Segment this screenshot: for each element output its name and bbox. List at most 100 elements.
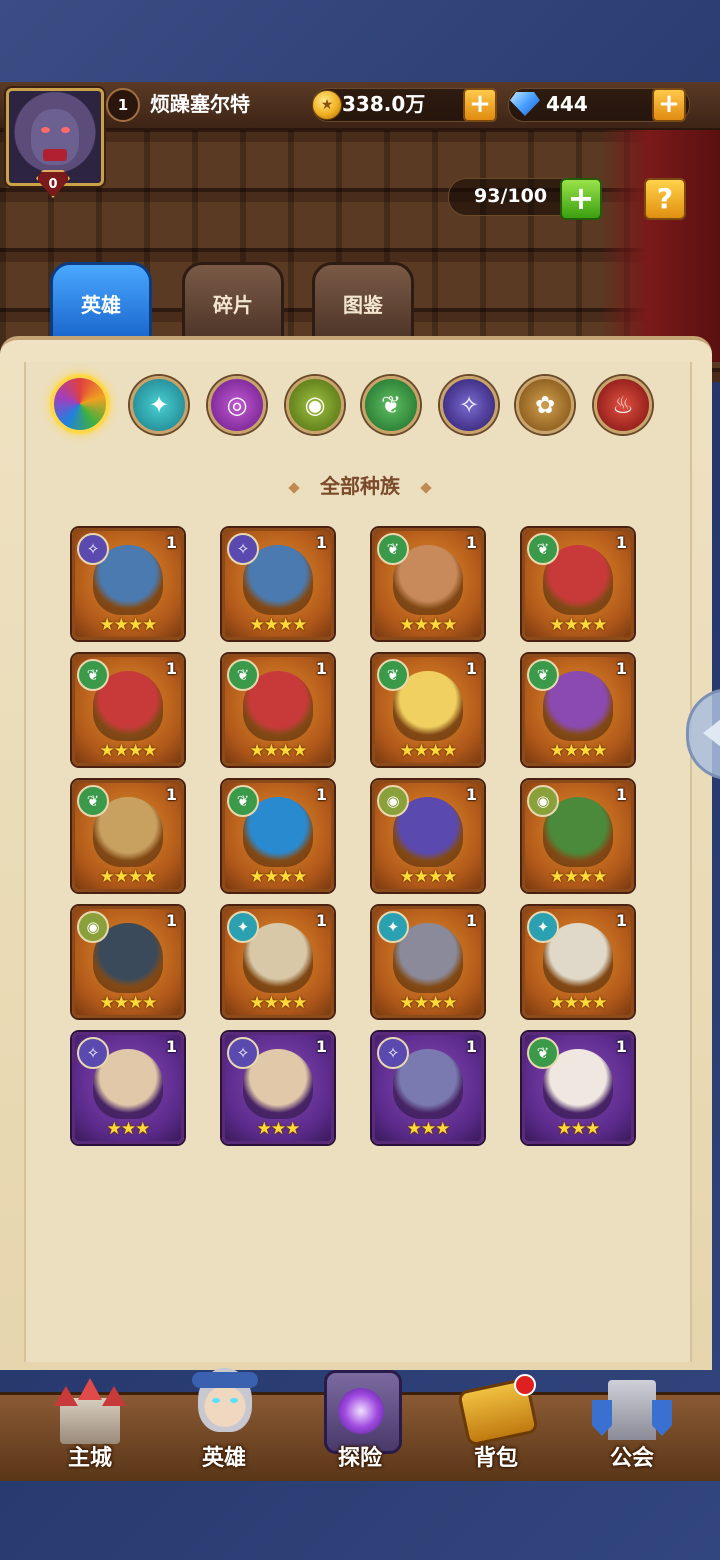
hero-level: 1 <box>465 1037 477 1056</box>
nav-label: 公会 <box>609 1446 654 1471</box>
nav-label: 主城 <box>67 1446 112 1471</box>
gold-amount: 338.0万 <box>342 92 426 116</box>
filter-all-races-icon[interactable] <box>50 374 110 434</box>
hero-card[interactable]: ❦ 1 ★★★★ <box>72 780 184 892</box>
hero-card[interactable]: ❦ 1 ★★★★ <box>222 654 334 766</box>
hero-level: 1 <box>165 785 177 804</box>
race-filter-label: 全部种族 <box>0 470 720 499</box>
hero-card[interactable]: ✧ 1 ★★★ <box>222 1032 334 1144</box>
hero-stars: ★★★★ <box>249 741 308 761</box>
hero-card[interactable]: ❦ 1 ★★★★ <box>522 528 634 640</box>
hero-level: 1 <box>615 659 627 678</box>
hero-stars: ★★★ <box>256 1119 301 1139</box>
hero-level: 1 <box>315 1037 327 1056</box>
hero-stars: ★★★★ <box>549 993 608 1013</box>
nav-heroes[interactable]: 英雄 <box>164 1364 284 1478</box>
hero-stars: ★★★★ <box>399 741 458 761</box>
hero-level: 1 <box>165 659 177 678</box>
hero-level: 1 <box>315 659 327 678</box>
filter-light-icon[interactable]: ✿ <box>516 376 574 434</box>
guild-tower-icon <box>592 1374 672 1444</box>
hero-stars: ★★★ <box>556 1119 601 1139</box>
hero-stars: ★★★★ <box>249 993 308 1013</box>
castle-icon <box>50 1378 130 1448</box>
hero-card[interactable]: ❦ 1 ★★★★ <box>372 654 484 766</box>
hero-level: 1 <box>465 659 477 678</box>
expand-capacity-button[interactable]: + <box>560 178 602 220</box>
hero-level: 1 <box>315 785 327 804</box>
add-gems-button[interactable]: + <box>652 88 686 122</box>
hero-level: 1 <box>615 785 627 804</box>
nav-label: 探险 <box>337 1446 382 1471</box>
faction-dark-icon: ✧ <box>227 1037 259 1069</box>
hero-level: 1 <box>165 911 177 930</box>
hero-portrait-icon <box>184 1368 264 1438</box>
hero-level: 1 <box>465 911 477 930</box>
nav-explore[interactable]: 探险 <box>300 1364 420 1478</box>
nav-backpack[interactable]: 背包 <box>436 1370 556 1478</box>
hero-card[interactable]: ✦ 1 ★★★★ <box>222 906 334 1018</box>
faction-water-icon: ✦ <box>527 911 559 943</box>
gem-amount: 444 <box>546 92 588 116</box>
add-gold-button[interactable]: + <box>463 88 497 122</box>
hero-stars: ★★★★ <box>399 615 458 635</box>
hero-card[interactable]: ❦ 1 ★★★★ <box>72 654 184 766</box>
hero-stars: ★★★ <box>106 1119 151 1139</box>
help-button[interactable]: ? <box>644 178 686 220</box>
filter-dark-icon[interactable]: ✧ <box>440 376 498 434</box>
hero-level: 1 <box>315 533 327 552</box>
nav-guild[interactable]: 公会 <box>572 1370 692 1478</box>
faction-nature-icon: ❦ <box>527 533 559 565</box>
nav-label: 背包 <box>473 1446 518 1471</box>
hero-card[interactable]: ✧ 1 ★★★★ <box>222 528 334 640</box>
hero-stars: ★★★★ <box>399 867 458 887</box>
filter-earth-icon[interactable]: ◉ <box>286 376 344 434</box>
decor-diamond <box>420 481 432 494</box>
filter-arcane-icon[interactable]: ◎ <box>208 376 266 434</box>
hero-card[interactable]: ✧ 1 ★★★ <box>72 1032 184 1144</box>
player-name: 烦躁塞尔特 <box>150 92 250 116</box>
hero-level: 1 <box>615 533 627 552</box>
hero-stars: ★★★★ <box>99 867 158 887</box>
hero-level: 1 <box>165 533 177 552</box>
hero-card[interactable]: ✧ 1 ★★★★ <box>72 528 184 640</box>
avatar-eye <box>41 127 50 133</box>
hero-card[interactable]: ✦ 1 ★★★★ <box>372 906 484 1018</box>
hero-card[interactable]: ✦ 1 ★★★★ <box>522 906 634 1018</box>
faction-dark-icon: ✧ <box>77 533 109 565</box>
hero-card[interactable]: ◉ 1 ★★★★ <box>372 780 484 892</box>
portal-icon <box>320 1364 402 1454</box>
filter-nature-icon[interactable]: ❦ <box>362 376 420 434</box>
faction-earth-icon: ◉ <box>377 785 409 817</box>
hero-card[interactable]: ❦ 1 ★★★ <box>522 1032 634 1144</box>
race-filter-text: 全部种族 <box>320 474 400 498</box>
decor-diamond <box>288 481 300 494</box>
filter-water-icon[interactable]: ✦ <box>130 376 188 434</box>
hero-card[interactable]: ❦ 1 ★★★★ <box>522 654 634 766</box>
faction-nature-icon: ❦ <box>377 659 409 691</box>
hero-stars: ★★★★ <box>399 993 458 1013</box>
hero-stars: ★★★ <box>406 1119 451 1139</box>
avatar-eye <box>61 127 70 133</box>
backpack-icon <box>456 1374 540 1447</box>
hero-stars: ★★★★ <box>99 993 158 1013</box>
hero-stars: ★★★★ <box>99 615 158 635</box>
hero-card[interactable]: ✧ 1 ★★★ <box>372 1032 484 1144</box>
faction-water-icon: ✦ <box>227 911 259 943</box>
hero-level: 1 <box>615 911 627 930</box>
nav-castle[interactable]: 主城 <box>30 1370 150 1478</box>
hero-card[interactable]: ❦ 1 ★★★★ <box>372 528 484 640</box>
hero-level: 1 <box>315 911 327 930</box>
filter-fire-icon[interactable]: ♨ <box>594 376 652 434</box>
hero-card[interactable]: ◉ 1 ★★★★ <box>72 906 184 1018</box>
hero-level: 1 <box>165 1037 177 1056</box>
hero-card[interactable]: ❦ 1 ★★★★ <box>222 780 334 892</box>
faction-nature-icon: ❦ <box>227 659 259 691</box>
faction-nature-icon: ❦ <box>527 659 559 691</box>
faction-nature-icon: ❦ <box>527 1037 559 1069</box>
player-level: 1 <box>106 88 140 122</box>
arrow-left-icon <box>703 719 720 747</box>
faction-nature-icon: ❦ <box>77 659 109 691</box>
hero-card[interactable]: ◉ 1 ★★★★ <box>522 780 634 892</box>
faction-water-icon: ✦ <box>377 911 409 943</box>
